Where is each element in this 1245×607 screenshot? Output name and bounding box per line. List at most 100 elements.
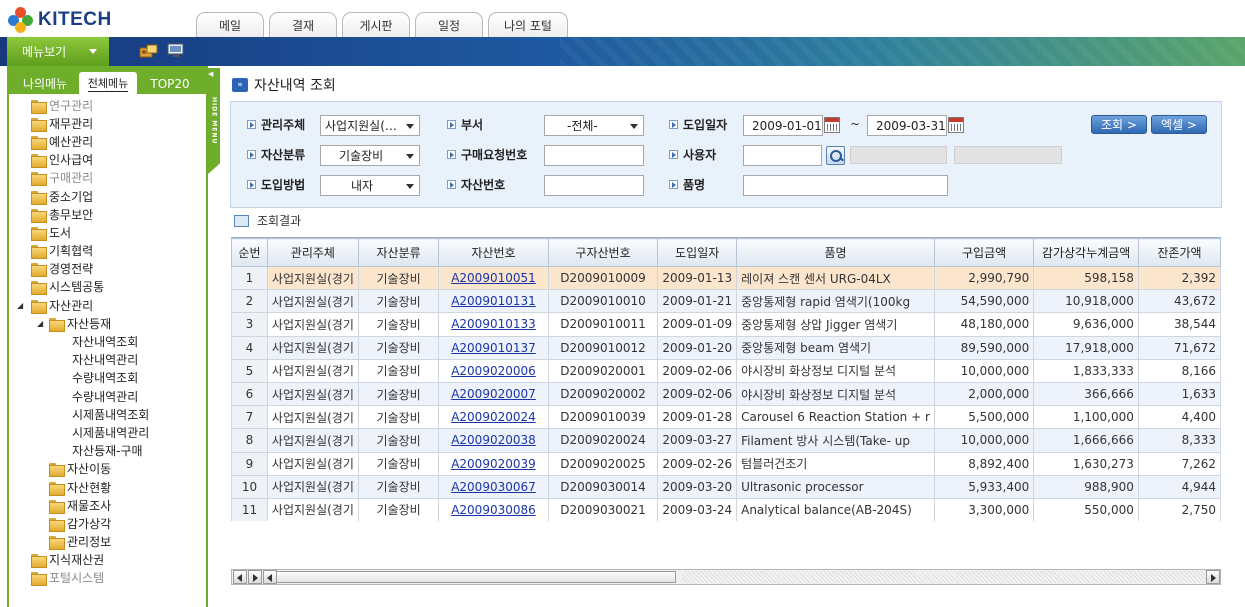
sidebar-item[interactable]: 경영전략 <box>9 260 206 278</box>
sidebar-item[interactable]: 구매관리 <box>9 169 206 187</box>
sidebar-item[interactable]: 재물조사 <box>9 496 206 514</box>
sidebar-tab-top20[interactable]: TOP20 <box>139 73 201 94</box>
sidebar-item[interactable]: 감가상각 <box>9 514 206 532</box>
asset-number-link[interactable]: A2009020038 <box>438 428 549 453</box>
sidebar-item[interactable]: ◢ 자산관리 <box>9 296 206 314</box>
column-header[interactable]: 품명 <box>736 238 935 267</box>
table-row[interactable]: 1 사업지원실(경기 기술장비 A2009010051 D2009010009 2009-… <box>231 265 1221 291</box>
sidebar-item[interactable]: 자산등재-구매 <box>9 442 206 460</box>
asset-no-input[interactable] <box>544 175 644 196</box>
sidebar-item[interactable]: 기획협력 <box>9 242 206 260</box>
table-row[interactable]: 8 사업지원실(경기 기술장비 A2009020038 D2009020024 2009-… <box>231 428 1221 453</box>
table-row[interactable]: 9 사업지원실(경기 기술장비 A2009020039 D2009020025 2009-… <box>231 451 1221 476</box>
kitech-logo[interactable]: KITECH <box>8 7 112 33</box>
column-header[interactable]: 감가상각누계금액 <box>1033 238 1139 267</box>
asset-number-link[interactable]: A2009030067 <box>438 474 549 499</box>
menu-view-button[interactable]: 메뉴보기 <box>7 37 109 66</box>
expanded-arrow-icon[interactable]: ◢ <box>17 301 23 310</box>
scroll-right-icon[interactable] <box>1206 570 1220 584</box>
sidebar-item[interactable]: 중소기업 <box>9 187 206 205</box>
sidebar-item[interactable]: 자산이동 <box>9 460 206 478</box>
sidebar-item[interactable]: 지식재산권 <box>9 551 206 569</box>
scroll-first-icon[interactable] <box>233 570 247 584</box>
tab-approval[interactable]: 결재 <box>269 12 337 37</box>
table-row[interactable]: 5 사업지원실(경기 기술장비 A2009020006 D2009020001 2009-… <box>231 358 1221 383</box>
sidebar-item[interactable]: 예산관리 <box>9 132 206 150</box>
asset-number-link[interactable]: A2009020024 <box>438 405 549 430</box>
tab-mail[interactable]: 메일 <box>196 12 264 37</box>
asset-number-link[interactable]: A2009030086 <box>438 497 549 521</box>
sidebar-item[interactable]: 인사급여 <box>9 151 206 169</box>
sidebar-item[interactable]: 재무관리 <box>9 114 206 132</box>
column-header[interactable]: 구자산번호 <box>547 238 659 267</box>
column-header[interactable]: 도입일자 <box>657 238 738 267</box>
class-select[interactable]: 기술장비 <box>320 145 420 166</box>
column-header[interactable]: 구입금액 <box>933 238 1035 267</box>
asset-number-link[interactable]: A2009020039 <box>438 451 549 476</box>
sidebar-item[interactable]: 수량내역조회 <box>9 369 206 387</box>
search-button[interactable]: 조회 > <box>1091 115 1147 134</box>
calendar-icon[interactable] <box>948 117 964 133</box>
sidebar-item[interactable]: 자산내역조회 <box>9 332 206 350</box>
column-header[interactable]: 잔존가액 <box>1137 238 1221 267</box>
tab-my-portal[interactable]: 나의 포털 <box>488 12 568 37</box>
sidebar-item[interactable]: 시스템공통 <box>9 278 206 296</box>
column-header[interactable]: 관리주체 <box>266 238 359 267</box>
horizontal-scrollbar[interactable] <box>231 569 1221 585</box>
table-cell: 2009-01-21 <box>657 289 738 314</box>
table-row[interactable]: 3 사업지원실(경기 기술장비 A2009010133 D2009010011 2009-… <box>231 312 1221 337</box>
scroll-next-icon[interactable] <box>248 570 262 584</box>
sidebar-tab-my-menu[interactable]: 나의메뉴 <box>13 73 77 94</box>
asset-number-link[interactable]: A2009020006 <box>438 358 549 383</box>
toolbar-users-icon[interactable] <box>139 43 158 59</box>
sidebar-item[interactable]: 포털시스템 <box>9 569 206 587</box>
sidebar-item[interactable]: 연구관리 <box>9 96 206 114</box>
sidebar-item[interactable]: 자산현황 <box>9 478 206 496</box>
sidebar-item[interactable]: ◢ 자산등재 <box>9 314 206 332</box>
search-icon[interactable] <box>826 146 845 165</box>
date-to-input[interactable]: 2009-03-31 <box>867 115 947 136</box>
method-select[interactable]: 내자 <box>320 175 420 196</box>
sidebar-item[interactable]: 자산내역관리 <box>9 351 206 369</box>
scroll-left-icon[interactable] <box>263 570 277 584</box>
sidebar-item[interactable]: 도서 <box>9 223 206 241</box>
folder-icon <box>31 153 47 169</box>
scroll-track[interactable] <box>682 571 1206 583</box>
table-row[interactable]: 11 사업지원실(경기 기술장비 A2009030086 D2009030021 2009… <box>231 497 1221 521</box>
table-row[interactable]: 7 사업지원실(경기 기술장비 A2009020024 D2009010039 2009-… <box>231 405 1221 430</box>
tab-schedule[interactable]: 일정 <box>415 12 483 37</box>
mgmt-select[interactable]: 사업지원실(… <box>320 115 420 136</box>
asset-number-link[interactable]: A2009010133 <box>438 312 549 337</box>
date-from-input[interactable]: 2009-01-01 <box>743 115 823 136</box>
asset-number-link[interactable]: A2009010051 <box>438 265 549 291</box>
expanded-arrow-icon[interactable]: ◢ <box>37 319 43 328</box>
calendar-icon[interactable] <box>824 117 840 133</box>
table-row[interactable]: 2 사업지원실(경기 기술장비 A2009010131 D2009010010 2009-… <box>231 289 1221 314</box>
table-row[interactable]: 10 사업지원실(경기 기술장비 A2009030067 D2009030014 2009… <box>231 474 1221 499</box>
sidebar-tab-all-menu[interactable]: 전체메뉴 <box>79 72 137 94</box>
column-header[interactable]: 자산번호 <box>438 238 549 267</box>
item-input[interactable] <box>743 175 948 196</box>
column-header[interactable]: 자산분류 <box>357 238 440 267</box>
req-input[interactable] <box>544 145 644 166</box>
table-row[interactable]: 6 사업지원실(경기 기술장비 A2009020007 D2009020002 2009-… <box>231 381 1221 407</box>
sidebar-item[interactable]: 총무보안 <box>9 205 206 223</box>
toolbar-monitor-icon[interactable] <box>167 43 185 59</box>
asset-number-link[interactable]: A2009010137 <box>438 335 549 360</box>
asset-number-link[interactable]: A2009010131 <box>438 289 549 314</box>
scroll-thumb[interactable] <box>276 571 676 583</box>
sidebar-item[interactable]: 시제품내역조회 <box>9 405 206 423</box>
sidebar-item-label: 인사급여 <box>49 153 94 168</box>
column-header[interactable]: 순번 <box>231 238 268 267</box>
dept-select[interactable]: -전체- <box>544 115 644 136</box>
sidebar-item[interactable]: 수량내역관리 <box>9 387 206 405</box>
asset-number-link[interactable]: A2009020007 <box>438 381 549 407</box>
user-input[interactable] <box>743 145 822 166</box>
sidebar-item[interactable]: 시제품내역관리 <box>9 423 206 441</box>
tab-board[interactable]: 게시판 <box>342 12 410 37</box>
excel-button[interactable]: 엑셀 > <box>1151 115 1207 134</box>
table-cell: 2,750 <box>1137 497 1221 521</box>
table-row[interactable]: 4 사업지원실(경기 기술장비 A2009010137 D2009010012 2009-… <box>231 335 1221 360</box>
sidebar-item[interactable]: 관리정보 <box>9 533 206 551</box>
hide-menu-toggle[interactable]: HIDE MENU <box>208 68 220 174</box>
